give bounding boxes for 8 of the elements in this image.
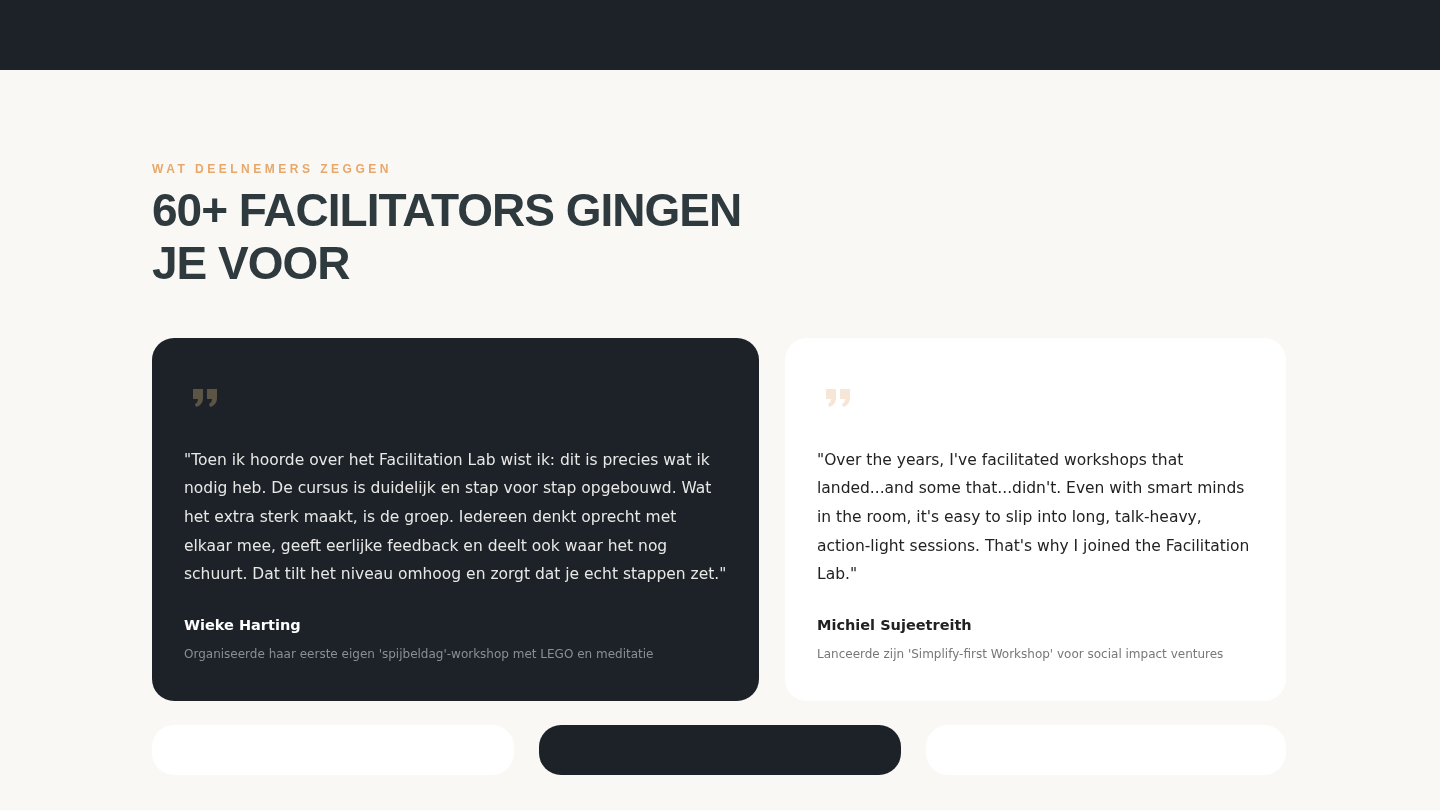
section-eyebrow: WAT DEELNEMERS ZEGGEN	[152, 161, 393, 178]
testimonial-quote: "Toen ik hoorde over het Facilitation Lab wist ik: dit is precies wat ik nodig heb. De cursus is duidelijk en stap voor stap opgebouwd. Wat het extra sterk maakt, is de groep. Iedereen denkt oprecht met elkaar mee, geeft eerlijke feedback en deelt ook waar het nog schuurt. Dat tilt het niveau omhoog en zorgt dat je echt stappen zet."	[184, 449, 727, 586]
author-name: Michiel Sujeetreith	[817, 616, 973, 636]
section-title: 60+ FACILITATORS GINGEN JE VOOR	[152, 184, 743, 290]
author-description: Lanceerde zijn 'Simplify-first Workshop' voor social impact ventures	[817, 645, 1225, 663]
author-name: Wieke Harting	[184, 616, 302, 636]
author-description: Organiseerde haar eerste eigen 'spijbeldag'-workshop met LEGO en meditatie	[184, 645, 655, 663]
testimonial-quote: "Over the years, I've facilitated workshops that landed...and some that...didn't. Even with smart minds in the room, it's easy to slip into long, talk-heavy, action-light sessions. That's why I joined the Facilitation Lab."	[817, 449, 1251, 586]
